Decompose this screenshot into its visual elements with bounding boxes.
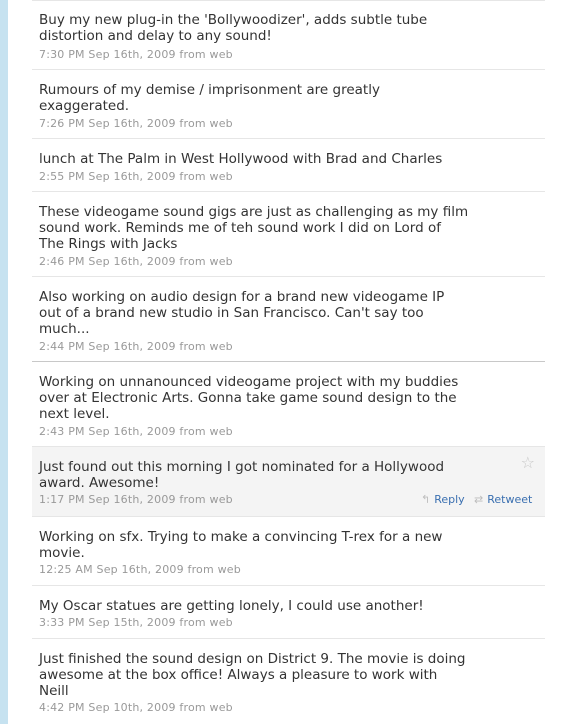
- tweet-text: Also working on audio design for a brand…: [39, 289, 445, 337]
- tweet-meta[interactable]: 2:46 PM Sep 16th, 2009 from web: [39, 255, 233, 268]
- tweet-item: Working on unnanounced videogame project…: [32, 362, 545, 447]
- tweet-item: Just finished the sound design on Distri…: [32, 639, 545, 724]
- tweet-item-hovered: Just found out this morning I got nomina…: [32, 447, 545, 517]
- tweet-meta[interactable]: 2:55 PM Sep 16th, 2009 from web: [39, 170, 233, 183]
- tweet-item: My Oscar statues are getting lonely, I c…: [32, 586, 545, 639]
- tweet-item: These videogame sound gigs are just as c…: [32, 192, 545, 277]
- tweet-item: lunch at The Palm in West Hollywood with…: [32, 139, 545, 192]
- left-border-strip: [0, 0, 8, 724]
- tweet-text: Just finished the sound design on Distri…: [39, 651, 466, 699]
- tweet-text: Working on unnanounced videogame project…: [39, 374, 459, 422]
- tweet-text: Buy my new plug-in the 'Bollywoodizer', …: [39, 12, 428, 44]
- tweet-timeline: Buy my new plug-in the 'Bollywoodizer', …: [32, 0, 545, 724]
- tweet-meta[interactable]: 2:44 PM Sep 16th, 2009 from web: [39, 340, 233, 353]
- retweet-label: Retweet: [487, 493, 533, 506]
- reply-arrow-icon: ↰: [421, 493, 431, 506]
- tweet-text: Rumours of my demise / imprisonment are …: [39, 82, 380, 114]
- tweet-text: Working on sfx. Trying to make a convinc…: [39, 529, 443, 561]
- reply-label: Reply: [434, 493, 465, 506]
- tweet-item: Working on sfx. Trying to make a convinc…: [32, 517, 545, 586]
- tweet-meta[interactable]: 3:33 PM Sep 15th, 2009 from web: [39, 616, 233, 629]
- tweet-text: Just found out this morning I got nomina…: [39, 459, 445, 491]
- star-icon[interactable]: ☆: [521, 455, 535, 471]
- tweet-text: lunch at The Palm in West Hollywood with…: [39, 151, 443, 167]
- tweet-meta[interactable]: 1:17 PM Sep 16th, 2009 from web: [39, 493, 233, 506]
- retweet-icon: ⇄: [474, 493, 484, 506]
- tweet-meta[interactable]: 12:25 AM Sep 16th, 2009 from web: [39, 563, 241, 576]
- reply-button[interactable]: ↰ Reply: [421, 493, 465, 506]
- tweet-meta[interactable]: 7:26 PM Sep 16th, 2009 from web: [39, 117, 233, 130]
- tweet-item: Rumours of my demise / imprisonment are …: [32, 70, 545, 139]
- tweet-meta[interactable]: 7:30 PM Sep 16th, 2009 from web: [39, 48, 233, 61]
- tweet-item: Also working on audio design for a brand…: [32, 277, 545, 362]
- retweet-button[interactable]: ⇄ Retweet: [474, 493, 532, 506]
- tweet-meta[interactable]: 2:43 PM Sep 16th, 2009 from web: [39, 425, 233, 438]
- tweet-item: Buy my new plug-in the 'Bollywoodizer', …: [32, 0, 545, 70]
- tweet-text: My Oscar statues are getting lonely, I c…: [39, 598, 424, 614]
- tweet-meta[interactable]: 4:42 PM Sep 10th, 2009 from web: [39, 701, 233, 714]
- tweet-text: These videogame sound gigs are just as c…: [39, 204, 469, 252]
